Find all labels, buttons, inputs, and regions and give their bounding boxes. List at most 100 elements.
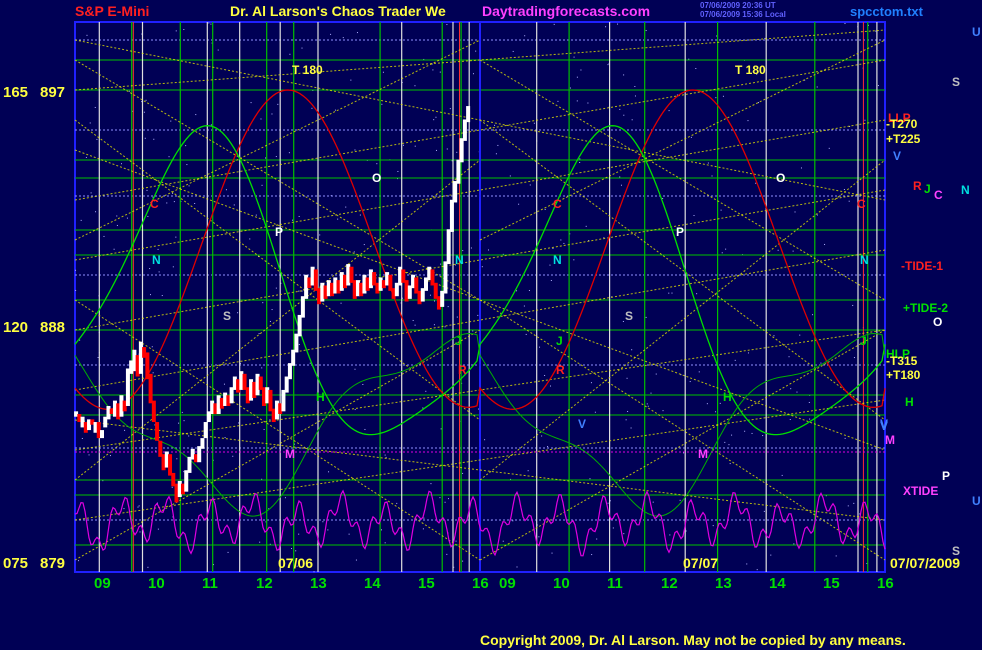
star-dot	[646, 403, 648, 405]
price-bar	[151, 400, 156, 423]
star-dot	[579, 161, 581, 163]
star-dot	[354, 409, 356, 411]
star-dot	[693, 215, 695, 217]
right-label: R	[913, 179, 922, 193]
star-dot	[539, 346, 541, 348]
star-dot	[585, 225, 587, 227]
star-dot	[271, 309, 273, 311]
star-dot	[527, 470, 529, 472]
star-dot	[263, 428, 265, 430]
star-dot	[139, 531, 141, 533]
right-label: S	[952, 75, 960, 89]
star-dot	[217, 49, 219, 51]
star-dot	[494, 124, 496, 126]
star-dot	[176, 458, 178, 460]
chart-marker-letter: P	[676, 225, 684, 239]
star-dot	[116, 224, 118, 226]
star-dot	[525, 333, 527, 335]
star-dot	[512, 50, 514, 52]
star-dot	[712, 525, 714, 527]
star-dot	[185, 145, 187, 147]
star-dot	[172, 266, 174, 268]
star-dot	[747, 120, 749, 122]
star-dot	[828, 147, 830, 149]
star-dot	[255, 214, 257, 216]
star-dot	[210, 124, 212, 126]
star-dot	[728, 444, 730, 446]
background	[0, 0, 982, 650]
star-dot	[429, 294, 431, 296]
date-label-end: 07/07/2009	[890, 555, 960, 571]
right-label: -T270	[886, 117, 918, 131]
chart-marker-letter: O	[372, 171, 381, 185]
star-dot	[95, 211, 97, 213]
star-dot	[594, 411, 596, 413]
star-dot	[433, 119, 435, 121]
chart-marker-letter: R	[458, 363, 467, 377]
star-dot	[843, 188, 845, 190]
star-dot	[354, 149, 356, 151]
star-dot	[528, 289, 530, 291]
star-dot	[157, 248, 159, 250]
star-dot	[655, 373, 657, 375]
star-dot	[385, 456, 387, 458]
star-dot	[569, 87, 571, 89]
star-dot	[382, 71, 384, 73]
star-dot	[298, 215, 300, 217]
star-dot	[853, 357, 855, 359]
star-dot	[284, 497, 286, 499]
star-dot	[623, 533, 625, 535]
star-dot	[487, 249, 489, 251]
star-dot	[591, 554, 593, 556]
star-dot	[444, 326, 446, 328]
star-dot	[560, 239, 562, 241]
star-dot	[516, 290, 518, 292]
star-dot	[788, 356, 790, 358]
star-dot	[183, 29, 185, 31]
star-dot	[80, 219, 82, 221]
star-dot	[261, 367, 263, 369]
star-dot	[631, 349, 633, 351]
right-label: P	[942, 469, 950, 483]
star-dot	[309, 362, 311, 364]
chart-marker-letter: M	[285, 447, 295, 461]
star-dot	[668, 292, 670, 294]
right-label: XTIDE	[903, 484, 938, 498]
star-dot	[538, 536, 540, 538]
star-dot	[462, 560, 464, 562]
right-label: V	[893, 149, 901, 163]
price-bar	[100, 430, 104, 439]
chart-marker-letter: N	[860, 253, 869, 267]
star-dot	[269, 419, 271, 421]
x-tick-label: 10	[148, 575, 165, 592]
star-dot	[551, 552, 553, 554]
star-dot	[746, 563, 748, 565]
star-dot	[793, 543, 795, 545]
date-label-day2: 07/07	[683, 555, 718, 571]
star-dot	[812, 314, 814, 316]
star-dot	[330, 33, 332, 35]
star-dot	[541, 435, 543, 437]
star-dot	[446, 148, 448, 150]
star-dot	[731, 434, 733, 436]
star-dot	[175, 236, 177, 238]
x-tick-label: 12	[661, 575, 678, 592]
star-dot	[662, 410, 664, 412]
star-dot	[553, 23, 555, 25]
star-dot	[311, 107, 313, 109]
star-dot	[124, 429, 126, 431]
price-bar	[462, 119, 467, 141]
star-dot	[626, 377, 628, 379]
star-dot	[462, 472, 464, 474]
right-label: -TIDE-1	[901, 259, 943, 273]
star-dot	[456, 316, 458, 318]
star-dot	[544, 209, 546, 211]
price-bar	[125, 368, 130, 406]
star-dot	[166, 202, 168, 204]
star-dot	[295, 550, 297, 552]
star-dot	[477, 314, 479, 316]
star-dot	[340, 302, 342, 304]
star-dot	[799, 334, 801, 336]
star-dot	[161, 295, 163, 297]
price-bar	[294, 333, 299, 353]
